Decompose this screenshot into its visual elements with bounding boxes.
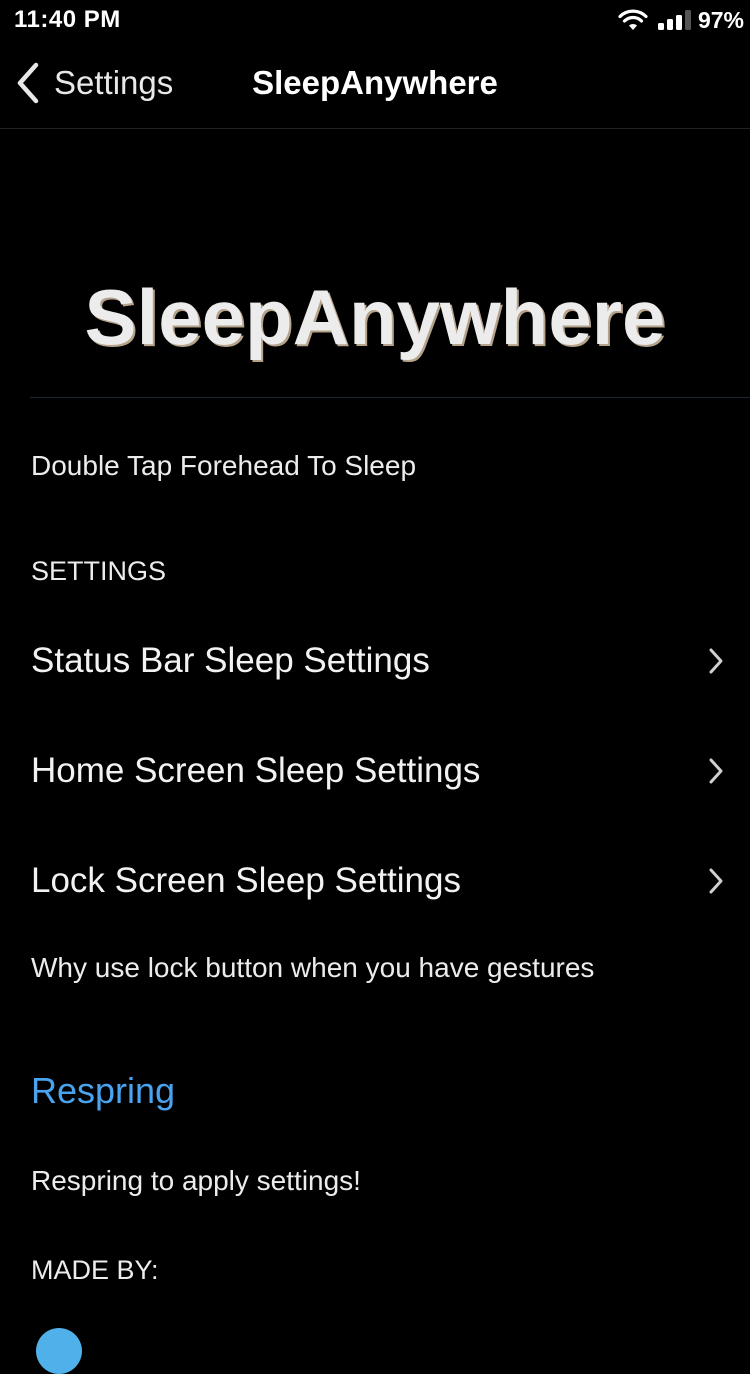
row-label: Home Screen Sleep Settings — [31, 751, 481, 790]
navigation-bar: SleepAnywhere Settings — [0, 40, 750, 129]
settings-section-header: SETTINGS — [31, 556, 167, 586]
status-time: 11:40 PM — [14, 6, 121, 33]
wifi-icon — [618, 9, 648, 30]
chevron-left-icon — [17, 62, 39, 104]
respring-footer: Respring to apply settings! — [31, 1165, 361, 1196]
respring-button[interactable]: Respring — [31, 1070, 175, 1112]
back-button[interactable]: Settings — [14, 58, 173, 108]
signal-icon — [657, 10, 691, 30]
row-home-screen-sleep-settings[interactable]: Home Screen Sleep Settings — [31, 741, 725, 801]
header-title: SleepAnywhere — [84, 273, 666, 361]
settings-section-footer: Why use lock button when you have gestur… — [31, 952, 595, 983]
row-label: Status Bar Sleep Settings — [31, 641, 430, 680]
battery-percentage: 97% — [697, 6, 744, 33]
chevron-right-icon — [709, 868, 723, 894]
chevron-right-icon — [709, 758, 723, 784]
row-label: Lock Screen Sleep Settings — [31, 861, 461, 900]
status-indicators: 97% — [618, 6, 744, 34]
status-bar: 11:40 PM 97% — [0, 0, 750, 40]
row-status-bar-sleep-settings[interactable]: Status Bar Sleep Settings — [31, 631, 725, 691]
avatar[interactable] — [36, 1328, 82, 1374]
description-text: Double Tap Forehead To Sleep — [31, 450, 417, 481]
row-lock-screen-sleep-settings[interactable]: Lock Screen Sleep Settings — [31, 851, 725, 911]
back-button-label: Settings — [54, 64, 174, 101]
chevron-right-icon — [709, 648, 723, 674]
made-by-section-header: MADE BY: — [31, 1255, 159, 1285]
header-divider — [30, 397, 750, 398]
